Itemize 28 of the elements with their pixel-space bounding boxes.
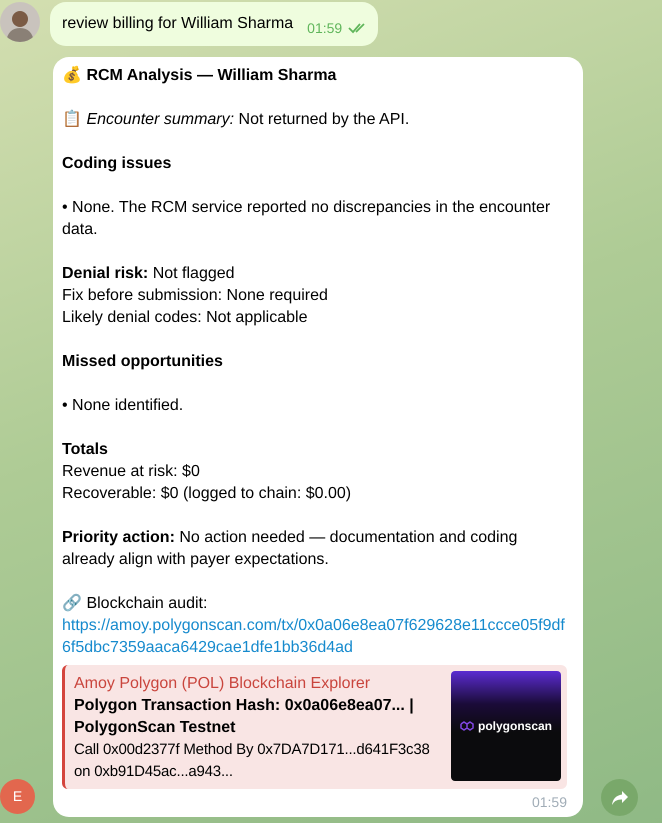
preview-description: Call 0x00d2377f Method By 0x7DA7D171...d641F3c38 on 0xb91D45ac...a943... bbox=[74, 740, 431, 782]
share-arrow-icon bbox=[610, 790, 628, 806]
message-text: Recoverable: $0 (logged to chain: $0.00) bbox=[62, 484, 352, 504]
message-time: 01:59 bbox=[307, 18, 342, 38]
forward-button[interactable] bbox=[601, 779, 638, 816]
avatar[interactable] bbox=[0, 2, 40, 42]
message-title: 💰 RCM Analysis — William Sharma bbox=[62, 65, 338, 86]
audit-link[interactable]: https://amoy.polygonscan.com/tx/0x0a06e8ea07f629628e11ccce05f9df6f5dbc7359aaca6429cae1dfe1bb36d4ad bbox=[62, 615, 567, 659]
message-text: Revenue at risk: $0 bbox=[62, 462, 201, 482]
message-text: • None. The RCM service reported no discrepancies in the encounter data. bbox=[62, 198, 552, 240]
link-preview-card[interactable]: Amoy Polygon (POL) Blockchain Explorer Polygon Transaction Hash: 0x0a06e8ea07... | PolygonScan Testnet Call 0x00d2377f Method By 0x7DA7D171...d641F3c38 on 0xb91D45ac...a943... polygonscan bbox=[62, 665, 567, 789]
polygon-logo-icon bbox=[460, 720, 474, 732]
section-heading: Coding issues bbox=[62, 154, 172, 174]
message-time: 01:59 bbox=[532, 793, 567, 812]
preview-logo-text: polygonscan bbox=[478, 719, 552, 733]
message-text: review billing for William Sharma bbox=[62, 14, 294, 34]
message-text: Fix before submission: None required bbox=[62, 286, 329, 306]
message-text: Likely denial codes: Not applicable bbox=[62, 308, 308, 328]
preview-title: Polygon Transaction Hash: 0x0a06e8ea07... | PolygonScan Testnet bbox=[74, 696, 415, 738]
preview-site-name: Amoy Polygon (POL) Blockchain Explorer bbox=[74, 674, 372, 694]
message-text: 📋 Encounter summary: Not returned by the API. bbox=[62, 109, 410, 130]
message-text: Priority action: No action needed — documentation and coding already align with payer expectations. bbox=[62, 528, 518, 570]
message-text: 🔗 Blockchain audit: bbox=[62, 593, 208, 614]
message-text: • None identified. bbox=[62, 396, 184, 416]
sender-avatar[interactable]: E bbox=[0, 779, 35, 814]
section-heading: Missed opportunities bbox=[62, 352, 224, 372]
message-text: Totals bbox=[62, 440, 109, 460]
message-text: Denial risk: Not flagged bbox=[62, 264, 236, 284]
